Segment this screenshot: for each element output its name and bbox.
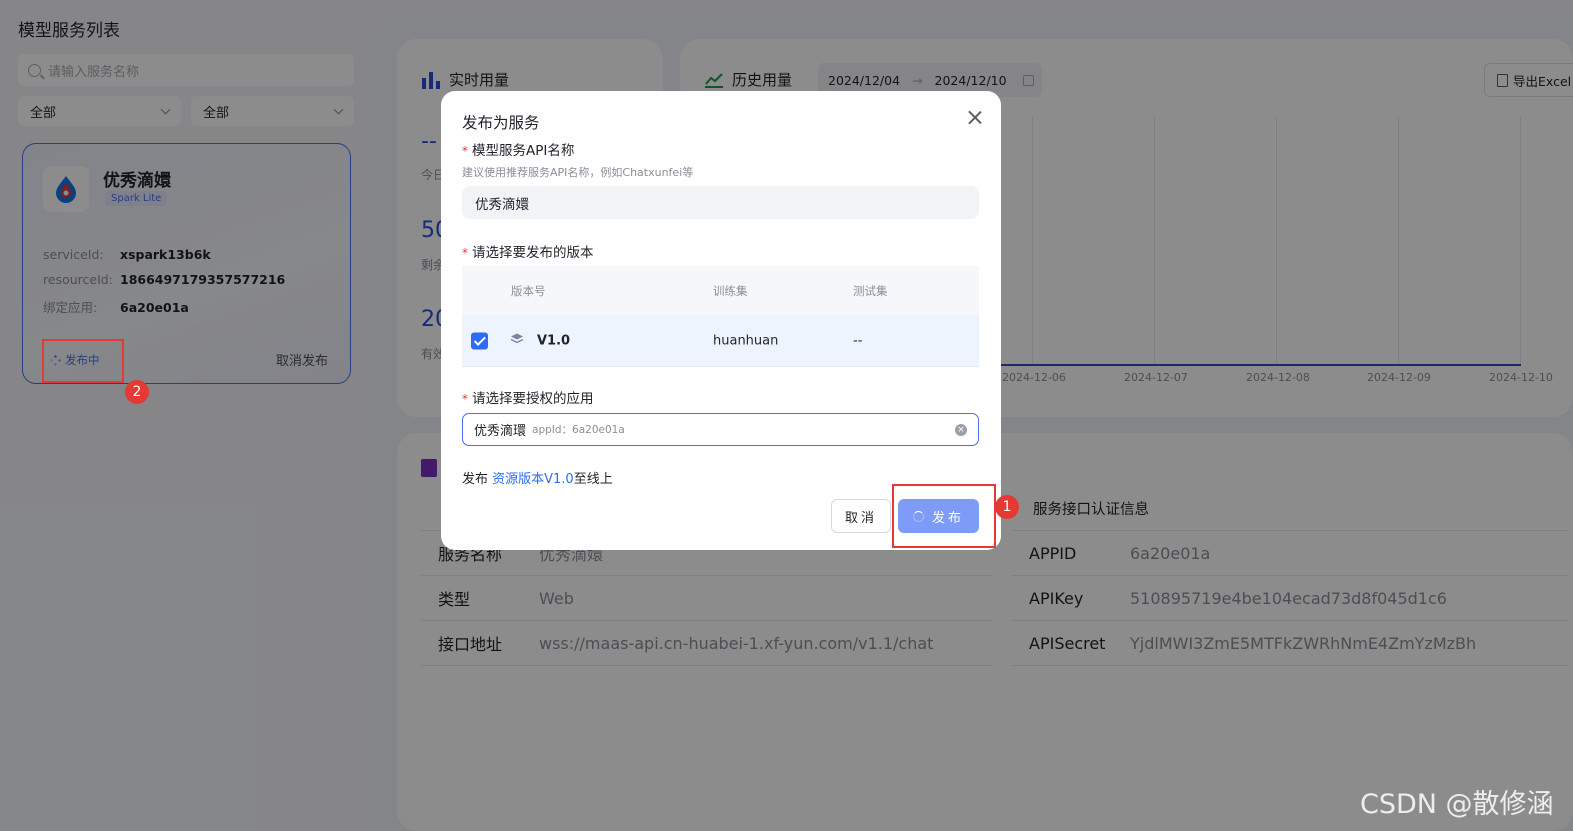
version-checkbox[interactable]: [471, 332, 488, 349]
resource-version-link[interactable]: 资源版本V1.0: [492, 472, 574, 487]
version-label: * 请选择要发布的版本: [462, 241, 594, 261]
col-version: 版本号: [511, 283, 546, 298]
api-name-hint: 建议使用推荐服务API名称，例如Chatxunfei等: [462, 166, 694, 179]
required-mark: *: [462, 246, 468, 260]
col-test: 测试集: [853, 283, 888, 298]
required-mark: *: [462, 144, 468, 158]
dialog-title: 发布为服务: [462, 114, 540, 132]
version-row[interactable]: V1.0 huanhuan --: [462, 315, 979, 367]
annotation-box-2: [42, 339, 124, 383]
layers-icon: [510, 332, 524, 349]
col-train: 训练集: [713, 283, 748, 298]
annotation-marker-2: 2: [125, 380, 149, 404]
api-name-input[interactable]: 优秀滴嬛: [462, 186, 979, 219]
publish-suffix: 至线上: [573, 472, 613, 487]
api-name-label: * 模型服务API名称: [462, 139, 574, 159]
app-label: * 请选择要授权的应用: [462, 387, 594, 407]
close-icon[interactable]: [968, 110, 982, 124]
cancel-button[interactable]: 取消: [831, 499, 891, 533]
required-mark: *: [462, 392, 468, 406]
app-id: appId：6a20e01a: [532, 424, 625, 436]
train-value: huanhuan: [713, 333, 779, 348]
app-select-value: 优秀滴環: [474, 424, 527, 439]
clear-icon[interactable]: ×: [955, 423, 967, 436]
publish-prefix: 发布: [462, 472, 493, 487]
publish-service-dialog: 发布为服务 * 模型服务API名称 建议使用推荐服务API名称，例如Chatxun…: [441, 91, 1001, 550]
app-label-text: 请选择要授权的应用: [472, 391, 594, 407]
publish-summary: 发布 资源版本V1.0至线上: [462, 468, 613, 487]
version-label-text: 请选择要发布的版本: [472, 245, 594, 261]
api-name-label-text: 模型服务API名称: [472, 143, 575, 159]
version-table-header: 版本号 训练集 测试集: [462, 266, 979, 315]
annotation-box-1: [892, 484, 996, 548]
annotation-marker-1: 1: [995, 495, 1019, 519]
watermark: CSDN @散修涵: [1360, 789, 1554, 820]
test-value: --: [853, 333, 863, 348]
version-table: 版本号 训练集 测试集 V1.0 huanhuan --: [462, 266, 979, 367]
version-value: V1.0: [537, 333, 571, 348]
app-select[interactable]: 优秀滴環 appId：6a20e01a ×: [462, 413, 979, 446]
